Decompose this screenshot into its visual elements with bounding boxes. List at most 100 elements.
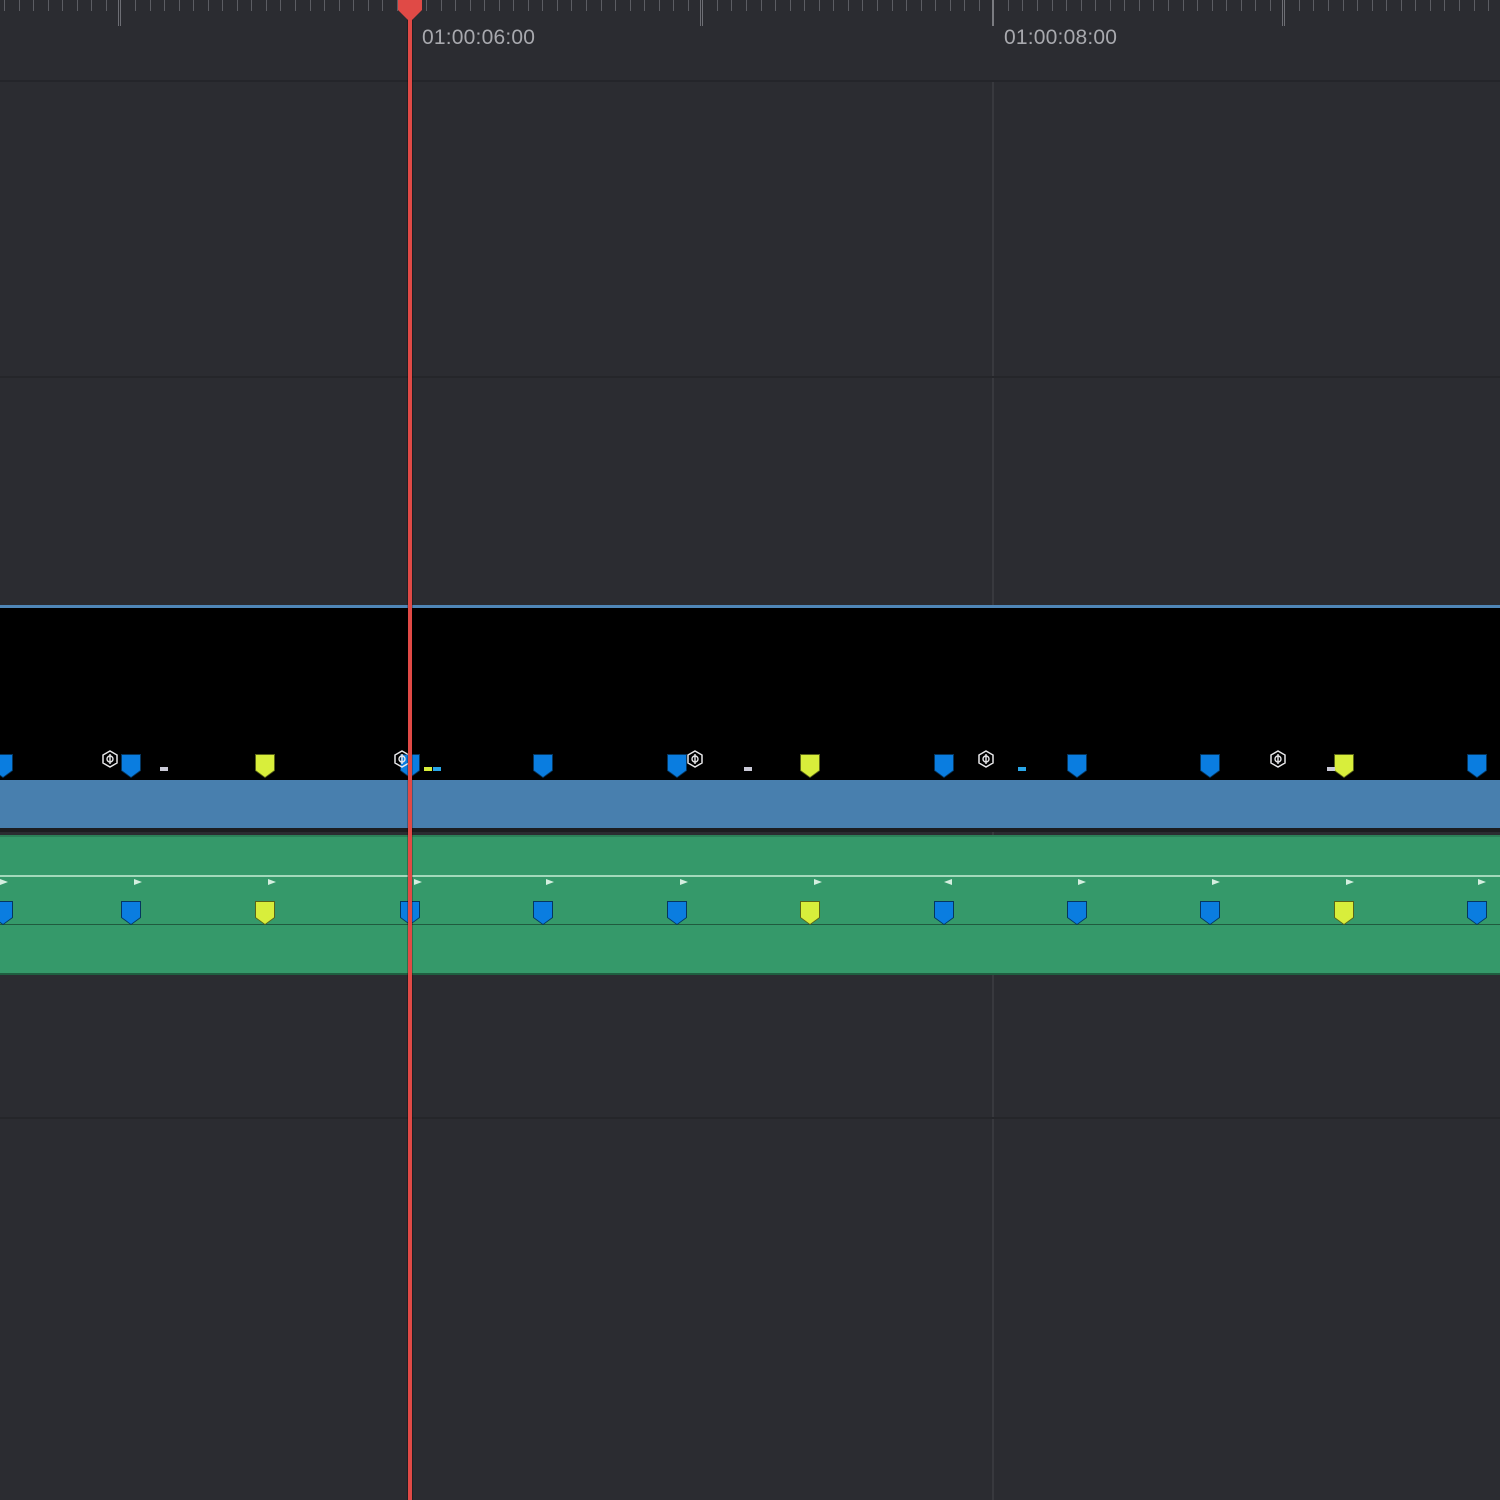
fx-icon[interactable] bbox=[687, 750, 703, 768]
ruler-tick bbox=[542, 0, 543, 11]
yellow-marker-icon[interactable] bbox=[1334, 901, 1354, 925]
ruler-tick bbox=[1241, 0, 1242, 11]
ruler-tick bbox=[251, 0, 252, 11]
fx-icon[interactable] bbox=[1270, 750, 1286, 768]
blue-marker-icon[interactable] bbox=[667, 754, 687, 778]
ruler-tick bbox=[1081, 0, 1082, 11]
ruler-tick bbox=[1022, 0, 1023, 11]
ruler-tick bbox=[1488, 0, 1489, 11]
yellow-marker-icon[interactable] bbox=[255, 901, 275, 925]
ruler-tick bbox=[91, 0, 92, 11]
ruler-tick bbox=[1197, 0, 1198, 11]
ruler-tick bbox=[1386, 0, 1387, 11]
playhead-icon[interactable] bbox=[394, 0, 426, 26]
ruler-tick bbox=[208, 0, 209, 11]
ruler-tick bbox=[1459, 0, 1460, 11]
ruler-tick bbox=[950, 0, 951, 11]
ruler-tick bbox=[353, 0, 354, 11]
blue-marker-icon[interactable] bbox=[934, 901, 954, 925]
ruler-tick bbox=[1139, 0, 1140, 11]
ruler-tick bbox=[586, 0, 587, 11]
ruler-tick bbox=[1226, 0, 1227, 11]
ruler-tick bbox=[862, 0, 863, 11]
keyframe-arrow-icon[interactable] bbox=[1478, 879, 1486, 885]
keyframe-arrow-icon[interactable] bbox=[680, 879, 688, 885]
ruler-tick bbox=[33, 0, 34, 11]
flag-mark bbox=[1018, 767, 1026, 771]
ruler-tick bbox=[1183, 0, 1184, 11]
ruler-tick bbox=[630, 0, 631, 11]
blue-marker-icon[interactable] bbox=[533, 754, 553, 778]
ruler-tick bbox=[557, 0, 558, 11]
ruler-tick bbox=[1372, 0, 1373, 11]
blue-marker-icon[interactable] bbox=[1067, 901, 1087, 925]
keyframe-arrow-icon[interactable] bbox=[944, 879, 952, 885]
track-divider bbox=[0, 1117, 1500, 1119]
ruler-tick bbox=[4, 0, 5, 11]
ruler-tick bbox=[906, 0, 907, 11]
ruler-tick bbox=[659, 0, 660, 11]
yellow-marker-icon[interactable] bbox=[255, 754, 275, 778]
ruler-tick bbox=[921, 0, 922, 11]
keyframe-arrow-icon[interactable] bbox=[814, 879, 822, 885]
flag-mark bbox=[1327, 767, 1335, 771]
ruler-tick bbox=[717, 0, 718, 11]
fx-icon[interactable] bbox=[978, 750, 994, 768]
blue-marker-icon[interactable] bbox=[121, 754, 141, 778]
ruler-tick bbox=[848, 0, 849, 11]
yellow-marker-icon[interactable] bbox=[800, 901, 820, 925]
timecode-label: 01:00:06:00 bbox=[422, 26, 536, 49]
ruler-tick bbox=[700, 0, 701, 26]
audio-clip[interactable] bbox=[0, 835, 1500, 975]
ruler-tick bbox=[310, 0, 311, 11]
ruler-tick bbox=[237, 0, 238, 11]
ruler-tick bbox=[1313, 0, 1314, 11]
keyframe-arrow-icon[interactable] bbox=[1078, 879, 1086, 885]
blue-marker-icon[interactable] bbox=[1200, 901, 1220, 925]
flag-mark bbox=[744, 767, 752, 771]
ruler-tick bbox=[62, 0, 63, 11]
flag-mark bbox=[424, 767, 432, 771]
keyframe-arrow-icon[interactable] bbox=[1212, 879, 1220, 885]
keyframe-arrow-icon[interactable] bbox=[546, 879, 554, 885]
ruler-tick bbox=[484, 0, 485, 11]
fx-icon[interactable] bbox=[102, 750, 118, 768]
ruler-tick bbox=[368, 0, 369, 11]
blue-marker-icon[interactable] bbox=[0, 901, 13, 925]
blue-marker-icon[interactable] bbox=[934, 754, 954, 778]
ruler-tick bbox=[1153, 0, 1154, 11]
blue-marker-icon[interactable] bbox=[1467, 901, 1487, 925]
blue-marker-icon[interactable] bbox=[667, 901, 687, 925]
timeline-panel[interactable]: 01:00:06:00 01:00:08:00 bbox=[0, 0, 1500, 1500]
video-clip[interactable] bbox=[0, 605, 1500, 832]
blue-marker-icon[interactable] bbox=[1200, 754, 1220, 778]
ruler-tick bbox=[1052, 0, 1053, 11]
time-ruler[interactable]: 01:00:06:00 01:00:08:00 bbox=[0, 0, 1500, 82]
ruler-tick bbox=[1168, 0, 1169, 11]
playhead-line[interactable] bbox=[408, 8, 412, 1500]
keyframe-arrow-icon[interactable] bbox=[268, 879, 276, 885]
ruler-tick bbox=[528, 0, 529, 11]
blue-marker-icon[interactable] bbox=[0, 754, 13, 778]
blue-marker-icon[interactable] bbox=[533, 901, 553, 925]
ruler-tick bbox=[1110, 0, 1111, 11]
yellow-marker-icon[interactable] bbox=[1334, 754, 1354, 778]
yellow-marker-icon[interactable] bbox=[800, 754, 820, 778]
keyframe-arrow-icon[interactable] bbox=[1346, 879, 1354, 885]
keyframe-arrow-icon[interactable] bbox=[0, 879, 8, 885]
ruler-tick bbox=[746, 0, 747, 11]
ruler-tick bbox=[1124, 0, 1125, 11]
keyframe-arrow-icon[interactable] bbox=[134, 879, 142, 885]
video-clip-bar[interactable] bbox=[0, 780, 1500, 828]
blue-marker-icon[interactable] bbox=[1467, 754, 1487, 778]
ruler-tick bbox=[892, 0, 893, 11]
blue-marker-icon[interactable] bbox=[121, 901, 141, 925]
ruler-tick bbox=[513, 0, 514, 11]
audio-volume-line[interactable] bbox=[0, 875, 1500, 877]
blue-marker-icon[interactable] bbox=[1067, 754, 1087, 778]
keyframe-arrow-icon[interactable] bbox=[414, 879, 422, 885]
ruler-tick bbox=[1282, 0, 1283, 26]
fx-icon[interactable] bbox=[394, 750, 410, 768]
ruler-tick bbox=[179, 0, 180, 11]
ruler-tick bbox=[644, 0, 645, 11]
